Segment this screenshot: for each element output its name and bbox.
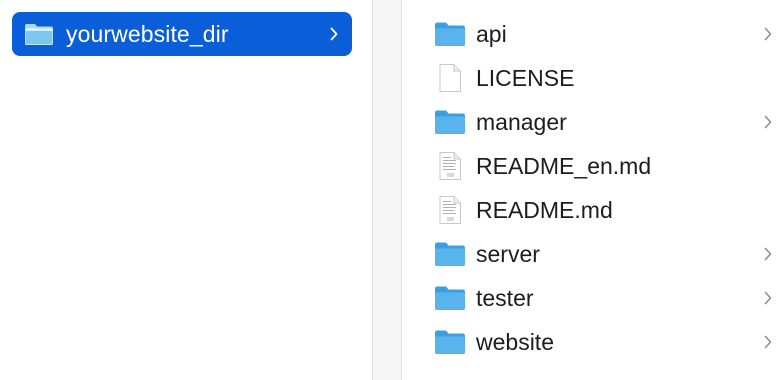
chevron-right-icon (762, 114, 774, 130)
item-label: website (476, 328, 554, 355)
column-resize-divider[interactable] (372, 0, 402, 380)
finder-column-view: yourwebsite_dir api LICENSE manager READ… (0, 0, 784, 380)
item-label: manager (476, 108, 567, 135)
item-label: README_en.md (476, 152, 652, 179)
markdown-file-icon (434, 151, 466, 181)
folder-icon (434, 19, 466, 49)
folder-icon (434, 283, 466, 313)
folder-icon (24, 21, 54, 47)
folder-row-tester[interactable]: tester (434, 278, 774, 318)
file-row-license[interactable]: LICENSE (434, 58, 774, 98)
markdown-file-icon (434, 195, 466, 225)
item-label: tester (476, 284, 534, 311)
folder-icon (434, 327, 466, 357)
contents-column: api LICENSE manager README_en.md README.… (402, 0, 784, 380)
item-label: server (476, 240, 540, 267)
folder-row-manager[interactable]: manager (434, 102, 774, 142)
chevron-right-icon (762, 334, 774, 350)
item-label: LICENSE (476, 64, 575, 91)
folder-row-yourwebsite-dir[interactable]: yourwebsite_dir (12, 12, 352, 56)
folder-row-website[interactable]: website (434, 322, 774, 362)
parent-column: yourwebsite_dir (0, 0, 372, 380)
item-label: README.md (476, 196, 613, 223)
folder-icon (434, 239, 466, 269)
chevron-right-icon (328, 26, 340, 42)
folder-icon (434, 107, 466, 137)
chevron-right-icon (762, 246, 774, 262)
file-icon (434, 63, 466, 93)
folder-row-server[interactable]: server (434, 234, 774, 274)
chevron-right-icon (762, 26, 774, 42)
folder-row-api[interactable]: api (434, 14, 774, 54)
file-row-readme-en[interactable]: README_en.md (434, 146, 774, 186)
file-row-readme[interactable]: README.md (434, 190, 774, 230)
chevron-right-icon (762, 290, 774, 306)
folder-label: yourwebsite_dir (66, 20, 229, 47)
item-label: api (476, 20, 507, 47)
